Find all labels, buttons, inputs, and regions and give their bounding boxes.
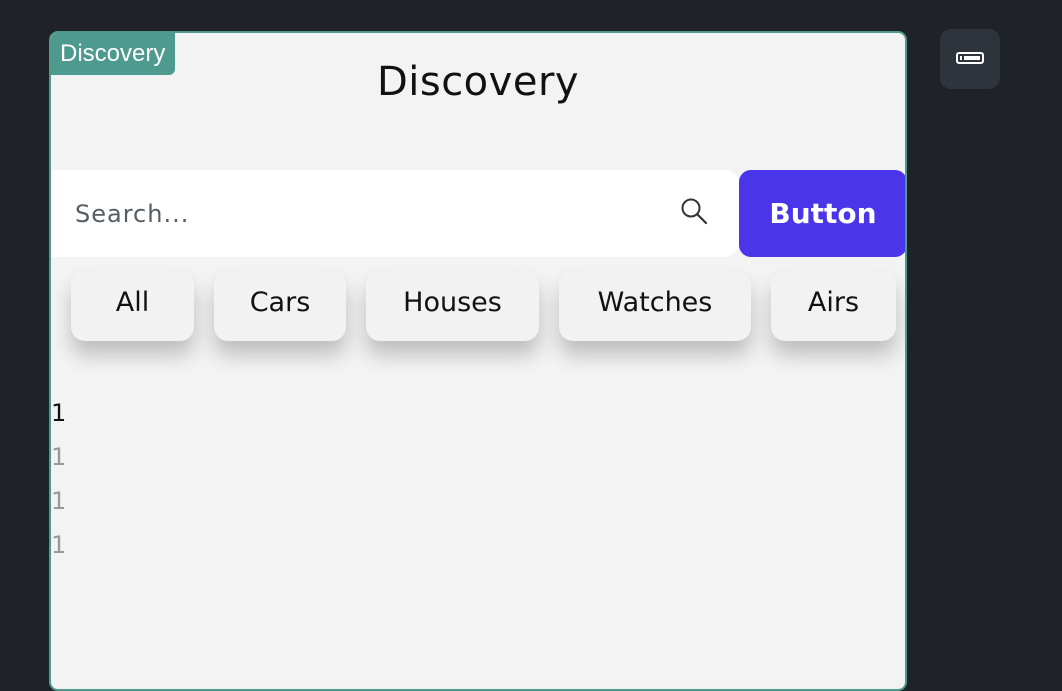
- search-bar: [51, 170, 739, 257]
- list-item: 1: [51, 443, 67, 471]
- list-item: 1: [51, 399, 67, 427]
- category-chip-watches[interactable]: Watches: [559, 271, 751, 341]
- page-title: Discovery: [376, 59, 580, 105]
- device-preview-icon: [956, 52, 984, 64]
- list-item: 1: [51, 487, 67, 515]
- search-icon[interactable]: [679, 196, 709, 226]
- list-item: 1: [51, 531, 67, 559]
- category-chip-airs[interactable]: Airs: [771, 271, 896, 341]
- category-chip-cars[interactable]: Cars: [214, 271, 346, 341]
- primary-button[interactable]: Button: [739, 170, 905, 257]
- frame-tag-label: Discovery: [51, 33, 176, 75]
- category-chip-all[interactable]: All: [71, 271, 194, 341]
- category-chip-houses[interactable]: Houses: [366, 271, 539, 341]
- device-preview-button[interactable]: [940, 29, 1000, 89]
- phone-frame: Discovery Discovery Button All Cars Hous…: [49, 31, 907, 691]
- search-input[interactable]: [75, 170, 655, 257]
